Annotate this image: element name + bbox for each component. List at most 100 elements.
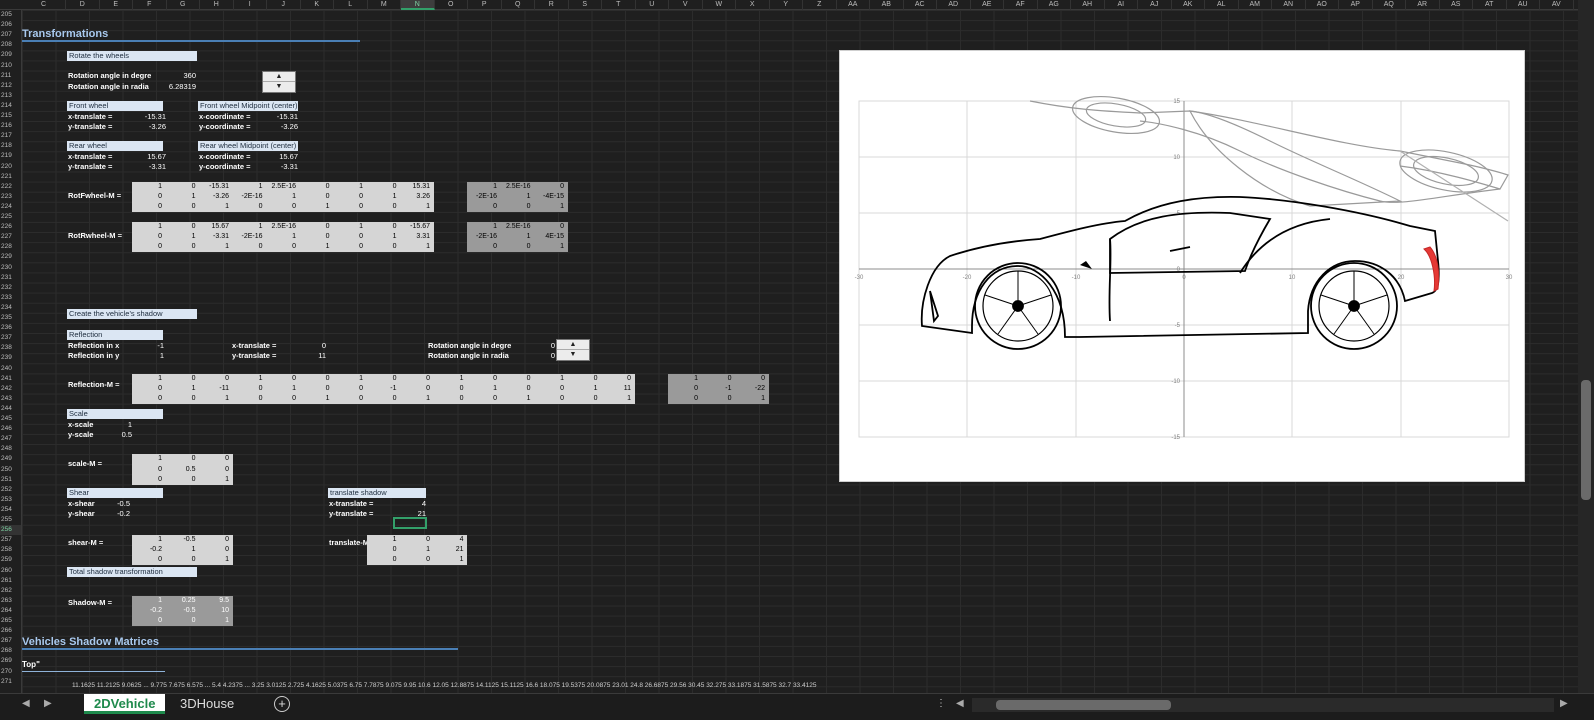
- matrix-cell[interactable]: 1: [400, 242, 432, 252]
- matrix-cell[interactable]: 0: [132, 242, 164, 252]
- row-header[interactable]: 265: [0, 616, 21, 626]
- row-header[interactable]: 255: [0, 515, 21, 525]
- matrix-cell[interactable]: 0: [668, 394, 700, 404]
- matrix-cell[interactable]: 0: [735, 374, 767, 384]
- vehicle-chart[interactable]: -30 -20 -10 0 10 20 30 15 10 5 0 -5 -10 …: [839, 50, 1525, 482]
- prev-sheet-arrow[interactable]: ◀: [22, 698, 30, 709]
- row-header[interactable]: 228: [0, 242, 21, 252]
- matrix-cell[interactable]: 0: [333, 394, 365, 404]
- matrix-cell[interactable]: 10: [199, 606, 231, 616]
- matrix-cell[interactable]: 2.5E-16: [501, 182, 533, 192]
- matrix-cell[interactable]: 1: [266, 192, 298, 202]
- column-header[interactable]: K: [301, 0, 334, 10]
- matrix-cell[interactable]: 0: [702, 374, 734, 384]
- matrix-cell[interactable]: 0: [132, 616, 164, 626]
- matrix-cell[interactable]: 1: [199, 475, 231, 485]
- matrix-cell[interactable]: 0: [467, 242, 499, 252]
- matrix-cell[interactable]: 1: [166, 545, 198, 555]
- column-header[interactable]: M: [368, 0, 401, 10]
- column-header[interactable]: U: [636, 0, 669, 10]
- horizontal-scrollbar[interactable]: [972, 698, 1554, 712]
- matrix-cell[interactable]: 0: [333, 192, 365, 202]
- matrix-cell[interactable]: 0: [333, 232, 365, 242]
- column-header[interactable]: V: [669, 0, 703, 10]
- matrix-cell[interactable]: 0: [132, 394, 164, 404]
- matrix-cell[interactable]: 0: [132, 192, 164, 202]
- matrix-cell[interactable]: 0: [434, 384, 466, 394]
- vertical-scroll-thumb[interactable]: [1581, 380, 1591, 500]
- column-header[interactable]: AR: [1406, 0, 1440, 10]
- row-header[interactable]: 247: [0, 434, 21, 444]
- row-header[interactable]: 211: [0, 71, 21, 81]
- matrix-cell[interactable]: 0: [367, 374, 399, 384]
- row-header[interactable]: 246: [0, 424, 21, 434]
- matrix-cell[interactable]: 1: [300, 202, 332, 212]
- row-header[interactable]: 260: [0, 566, 21, 576]
- matrix-cell[interactable]: 0: [568, 394, 600, 404]
- matrix-cell[interactable]: 0: [199, 374, 231, 384]
- matrix-cell[interactable]: 3.26: [400, 192, 432, 202]
- matrix-cell[interactable]: 0.5: [166, 465, 198, 475]
- matrix-cell[interactable]: 0: [367, 555, 399, 565]
- matrix-cell[interactable]: 0: [166, 374, 198, 384]
- column-header[interactable]: AB: [870, 0, 904, 10]
- matrix-cell[interactable]: 11: [601, 384, 633, 394]
- row-header[interactable]: 207: [0, 30, 21, 40]
- matrix-cell[interactable]: 1: [400, 394, 432, 404]
- matrix-cell[interactable]: 1: [333, 374, 365, 384]
- matrix-cell[interactable]: 0: [367, 222, 399, 232]
- matrix-cell[interactable]: 1: [601, 394, 633, 404]
- matrix-cell[interactable]: 0: [367, 545, 399, 555]
- next-sheet-arrow[interactable]: ▶: [44, 698, 52, 709]
- column-header[interactable]: R: [535, 0, 569, 10]
- matrix-cell[interactable]: 0: [166, 475, 198, 485]
- row-header[interactable]: 215: [0, 111, 21, 121]
- matrix-cell[interactable]: 1: [400, 545, 432, 555]
- matrix-cell[interactable]: 2.5E-16: [266, 222, 298, 232]
- row-header[interactable]: 231: [0, 273, 21, 283]
- column-header[interactable]: C: [22, 0, 66, 10]
- column-header[interactable]: F: [133, 0, 167, 10]
- row-header[interactable]: 249: [0, 454, 21, 464]
- row-header[interactable]: 250: [0, 465, 21, 475]
- row-header[interactable]: 251: [0, 475, 21, 485]
- matrix-cell[interactable]: -1: [702, 384, 734, 394]
- row-header[interactable]: 257: [0, 535, 21, 545]
- column-header[interactable]: AT: [1473, 0, 1507, 10]
- matrix-cell[interactable]: -2E-16: [233, 192, 265, 202]
- matrix-cell[interactable]: 0: [601, 374, 633, 384]
- spinner-down-button[interactable]: ▼: [263, 82, 295, 92]
- row-header[interactable]: 270: [0, 667, 21, 677]
- matrix-cell[interactable]: 0: [300, 222, 332, 232]
- row-header[interactable]: 213: [0, 91, 21, 101]
- matrix-cell[interactable]: 0: [467, 394, 499, 404]
- tab-3dhouse[interactable]: 3DHouse: [170, 694, 244, 714]
- row-header[interactable]: 267: [0, 636, 21, 646]
- matrix-cell[interactable]: 0: [132, 202, 164, 212]
- matrix-cell[interactable]: 0: [132, 465, 164, 475]
- matrix-cell[interactable]: 0: [199, 545, 231, 555]
- matrix-cell[interactable]: 1: [132, 454, 164, 464]
- matrix-cell[interactable]: 0: [132, 555, 164, 565]
- column-header[interactable]: AA: [837, 0, 870, 10]
- matrix-cell[interactable]: 1: [333, 182, 365, 192]
- row-header[interactable]: 217: [0, 131, 21, 141]
- row-header[interactable]: 237: [0, 333, 21, 343]
- column-header[interactable]: AV: [1540, 0, 1574, 10]
- column-header[interactable]: AO: [1306, 0, 1339, 10]
- matrix-cell[interactable]: 1: [132, 535, 164, 545]
- row-header[interactable]: 218: [0, 141, 21, 151]
- matrix-cell[interactable]: 0: [166, 555, 198, 565]
- matrix-cell[interactable]: 0: [367, 202, 399, 212]
- matrix-cell[interactable]: 2.5E-16: [501, 222, 533, 232]
- matrix-cell[interactable]: -2E-16: [467, 232, 499, 242]
- row-header[interactable]: 234: [0, 303, 21, 313]
- rotation-spinner[interactable]: ▲ ▼: [262, 71, 296, 93]
- matrix-cell[interactable]: 1: [300, 242, 332, 252]
- column-header[interactable]: X: [736, 0, 770, 10]
- matrix-cell[interactable]: -2E-16: [467, 192, 499, 202]
- matrix-cell[interactable]: 1: [735, 394, 767, 404]
- row-header[interactable]: 225: [0, 212, 21, 222]
- row-header[interactable]: 268: [0, 646, 21, 656]
- column-header[interactable]: AS: [1440, 0, 1473, 10]
